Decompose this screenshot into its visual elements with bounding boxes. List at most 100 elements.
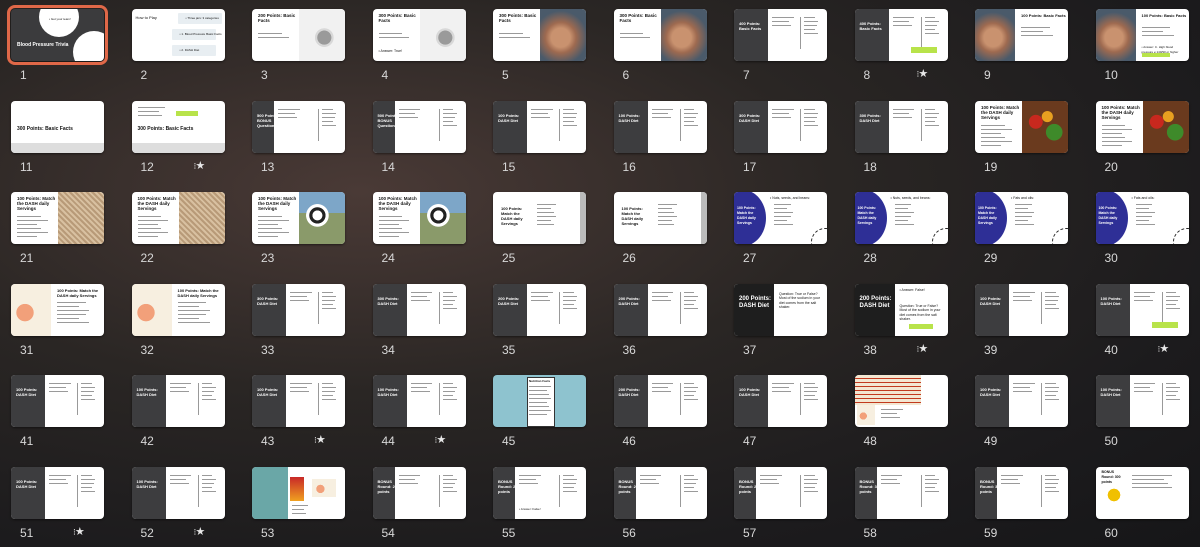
slide-42-preview[interactable]: 100 Points: DASH Diet xyxy=(131,375,225,427)
slide-thumbnail[interactable]: • Get your team! Blood Pressure Trivia 1 xyxy=(7,5,108,87)
slide-31-preview[interactable]: 100 Points: Match the DASH daily Serving… xyxy=(11,283,104,336)
slide-48-preview[interactable] xyxy=(854,375,948,427)
slide-thumbnail[interactable]: 100 Points: DASH Diet 43 ⁝★ xyxy=(251,375,346,453)
slide-thumbnail[interactable]: 300 Points: Basic Facts 12 ⁝★ xyxy=(131,100,226,179)
slide-18-preview[interactable]: 300 Points: DASH Diet xyxy=(854,100,948,153)
slide-thumbnail[interactable]: 100 Points: Match the DASH daily Serving… xyxy=(10,283,105,362)
slide-53-preview[interactable] xyxy=(252,466,345,519)
slide-19-preview[interactable]: 100 Points: Match the DASH daily Serving… xyxy=(975,100,1068,153)
slide-39-preview[interactable]: 100 Points: DASH Diet xyxy=(975,283,1068,336)
slide-49-preview[interactable]: 100 Points: DASH Diet xyxy=(975,375,1068,427)
slide-30-preview[interactable]: 100 Points: Match the DASH daily Serving… xyxy=(1095,192,1189,244)
slide-thumbnail[interactable]: 200 Points: DASH Diet 36 xyxy=(613,283,708,362)
slide-thumbnail[interactable]: 500 Points: BONUS Question 14 xyxy=(372,100,467,179)
slide-thumbnail[interactable]: 200 Points: DASH Diet 35 xyxy=(492,283,587,362)
slide-15-preview[interactable]: 100 Points: DASH Diet xyxy=(493,100,586,153)
slide-thumbnail[interactable]: 200 Points: DASH Diet Question: True or F… xyxy=(733,283,828,362)
slide-50-preview[interactable]: 100 Points: DASH Diet xyxy=(1095,375,1189,427)
slide-41-preview[interactable]: 100 Points: DASH Diet xyxy=(11,375,104,427)
transition-star-icon[interactable]: ⁝★ xyxy=(194,525,206,538)
slide-thumbnail[interactable]: 100 Points: Match the DASH daily Serving… xyxy=(251,192,346,270)
slide-29-preview[interactable]: 100 Points: Match the DASH daily Serving… xyxy=(975,192,1068,244)
slide-thumbnail[interactable]: BONUS Round: 300 points 60 xyxy=(1095,466,1190,545)
slide-40-preview[interactable]: 100 Points: DASH Diet xyxy=(1095,283,1189,336)
slide-thumbnail[interactable]: BONUS Round: 300 points 58 xyxy=(854,466,949,545)
slide-54-preview[interactable]: BONUS Round: 200 points xyxy=(372,466,466,519)
slide-27-preview[interactable]: 100 Points: Match the DASH daily Serving… xyxy=(734,192,827,244)
slide-thumbnail[interactable]: 100 Points: Match the DASH daily Serving… xyxy=(1095,192,1190,270)
transition-star-icon[interactable]: ⁝★ xyxy=(917,342,929,355)
transition-star-icon[interactable]: ⁝★ xyxy=(194,159,206,172)
slide-thumbnail[interactable]: 100 Points: Match the DASH daily Serving… xyxy=(10,192,105,270)
slide-38-preview[interactable]: 200 Points: DASH Diet Question: True or F… xyxy=(854,283,948,336)
slide-thumbnail[interactable]: 300 Points: Basic Facts 5 xyxy=(492,9,587,87)
slide-thumbnail[interactable]: 500 Points: BONUS Question 13 xyxy=(251,100,346,179)
slide-thumbnail[interactable]: 48 xyxy=(854,375,949,453)
slide-23-preview[interactable]: 100 Points: Match the DASH daily Serving… xyxy=(252,192,345,244)
slide-thumbnail[interactable]: 300 Points: Basic Facts 11 xyxy=(10,100,105,179)
slide-2-preview[interactable]: How to Play • Three jars: 3 categories • 1… xyxy=(131,9,225,61)
slide-35-preview[interactable]: 200 Points: DASH Diet xyxy=(493,283,586,336)
slide-56-preview[interactable]: BONUS Round: 200 points xyxy=(613,466,707,519)
slide-thumbnail[interactable]: 300 Points: Basic Facts 6 xyxy=(613,9,708,87)
slide-24-preview[interactable]: 100 Points: Match the DASH daily Serving… xyxy=(372,192,466,244)
slide-thumbnail[interactable]: 100 Points: Basic Facts 9 xyxy=(974,9,1069,87)
slide-thumbnail[interactable]: BONUS Round: 200 points 57 xyxy=(733,466,828,545)
slide-6-preview[interactable]: 300 Points: Basic Facts xyxy=(613,9,707,61)
slide-51-preview[interactable]: 100 Points: DASH Diet xyxy=(11,466,104,519)
slide-thumbnail[interactable]: 100 Points: Match the DASH daily Serving… xyxy=(1095,100,1190,179)
slide-thumbnail[interactable]: 100 Points: DASH Diet 51 ⁝★ xyxy=(10,466,105,545)
slide-thumbnail[interactable]: 100 Points: DASH Diet 49 xyxy=(974,375,1069,453)
slide-thumbnail[interactable]: BONUS Round: 300 points 59 xyxy=(974,466,1069,545)
slide-thumbnail[interactable]: 300 Points: DASH Diet 33 xyxy=(251,283,346,362)
slide-thumbnail[interactable]: 100 Points: Match the DASH daily Serving… xyxy=(131,192,226,270)
slide-thumbnail[interactable]: 300 Points: DASH Diet 34 xyxy=(372,283,467,362)
transition-star-icon[interactable]: ⁝★ xyxy=(73,525,85,538)
slide-47-preview[interactable]: 100 Points: DASH Diet xyxy=(734,375,827,427)
slide-thumbnail[interactable]: 100 Points: Match the DASH daily Serving… xyxy=(974,192,1069,270)
slide-thumbnail[interactable]: 100 Points: DASH Diet 42 xyxy=(131,375,226,453)
slide-thumbnail[interactable]: BONUS Round: 200 points 54 xyxy=(372,466,467,545)
slide-thumbnail[interactable]: BONUS Round: 200 points 56 xyxy=(613,466,708,545)
slide-thumbnail[interactable]: 100 Points: DASH Diet 15 xyxy=(492,100,587,179)
slide-59-preview[interactable]: BONUS Round: 300 points xyxy=(975,466,1068,519)
slide-28-preview[interactable]: 100 Points: Match the DASH daily Serving… xyxy=(854,192,948,244)
slide-thumbnail[interactable]: 100 Points: Match the DASH daily Serving… xyxy=(492,192,587,270)
slide-thumbnail[interactable]: 100 Points: DASH Diet 44 ⁝★ xyxy=(372,375,467,453)
slide-thumbnail[interactable]: 400 Points: Basic Facts 7 xyxy=(733,9,828,87)
slide-11-preview[interactable]: 300 Points: Basic Facts xyxy=(11,100,104,153)
slide-44-preview[interactable]: 100 Points: DASH Diet xyxy=(372,375,466,427)
slide-thumbnail[interactable]: 100 Points: Basic Facts • Answer: C. High… xyxy=(1095,9,1190,87)
slide-20-preview[interactable]: 100 Points: Match the DASH daily Serving… xyxy=(1095,100,1189,153)
slide-thumbnail[interactable]: 100 Points: Match the DASH daily Serving… xyxy=(974,100,1069,179)
slide-thumbnail[interactable]: 300 Points: DASH Diet 18 xyxy=(854,100,949,179)
transition-star-icon[interactable]: ⁝★ xyxy=(435,433,447,446)
slide-thumbnail[interactable]: BONUS Round: 200 points • Answer: False! 5… xyxy=(492,466,587,545)
slide-25-preview[interactable]: 100 Points: Match the DASH daily Serving… xyxy=(493,192,586,244)
slide-thumbnail[interactable]: 53 xyxy=(251,466,346,545)
slide-10-preview[interactable]: 100 Points: Basic Facts • Answer: C. High… xyxy=(1095,9,1189,61)
slide-13-preview[interactable]: 500 Points: BONUS Question xyxy=(252,100,345,153)
slide-4-preview[interactable]: 300 Points: Basic Facts • Answer: True! xyxy=(372,9,466,61)
slide-43-preview[interactable]: 100 Points: DASH Diet xyxy=(252,375,345,427)
slide-57-preview[interactable]: BONUS Round: 200 points xyxy=(734,466,827,519)
slide-thumbnail[interactable]: 200 Points: DASH Diet 46 xyxy=(613,375,708,453)
slide-55-preview[interactable]: BONUS Round: 200 points • Answer: False! xyxy=(493,466,586,519)
slide-52-preview[interactable]: 100 Points: DASH Diet xyxy=(131,466,225,519)
slide-36-preview[interactable]: 200 Points: DASH Diet xyxy=(613,283,707,336)
transition-star-icon[interactable]: ⁝★ xyxy=(1158,342,1170,355)
slide-thumbnail[interactable]: 100 Points: DASH Diet 40 ⁝★ xyxy=(1095,283,1190,362)
slide-thumbnail[interactable]: 100 Points: DASH Diet 41 xyxy=(10,375,105,453)
slide-32-preview[interactable]: 100 Points: Match the DASH daily Serving… xyxy=(131,283,225,336)
slide-thumbnail[interactable]: 400 Points: Basic Facts 8 ⁝★ xyxy=(854,9,949,87)
slide-thumbnail[interactable]: 100 Points: DASH Diet 16 xyxy=(613,100,708,179)
slide-thumbnail[interactable]: 100 Points: Match the DASH daily Serving… xyxy=(733,192,828,270)
slide-12-preview[interactable]: 300 Points: Basic Facts xyxy=(131,100,225,153)
slide-thumbnail[interactable]: 100 Points: DASH Diet 47 xyxy=(733,375,828,453)
slide-1-preview[interactable]: • Get your team! Blood Pressure Trivia xyxy=(7,5,108,65)
slide-thumbnail[interactable]: 100 Points: Match the DASH daily Serving… xyxy=(372,192,467,270)
slide-3-preview[interactable]: 200 Points: Basic Facts xyxy=(252,9,345,61)
slide-thumbnail[interactable]: 300 Points: DASH Diet 17 xyxy=(733,100,828,179)
slide-21-preview[interactable]: 100 Points: Match the DASH daily Serving… xyxy=(11,192,104,244)
transition-star-icon[interactable]: ⁝★ xyxy=(917,67,929,80)
